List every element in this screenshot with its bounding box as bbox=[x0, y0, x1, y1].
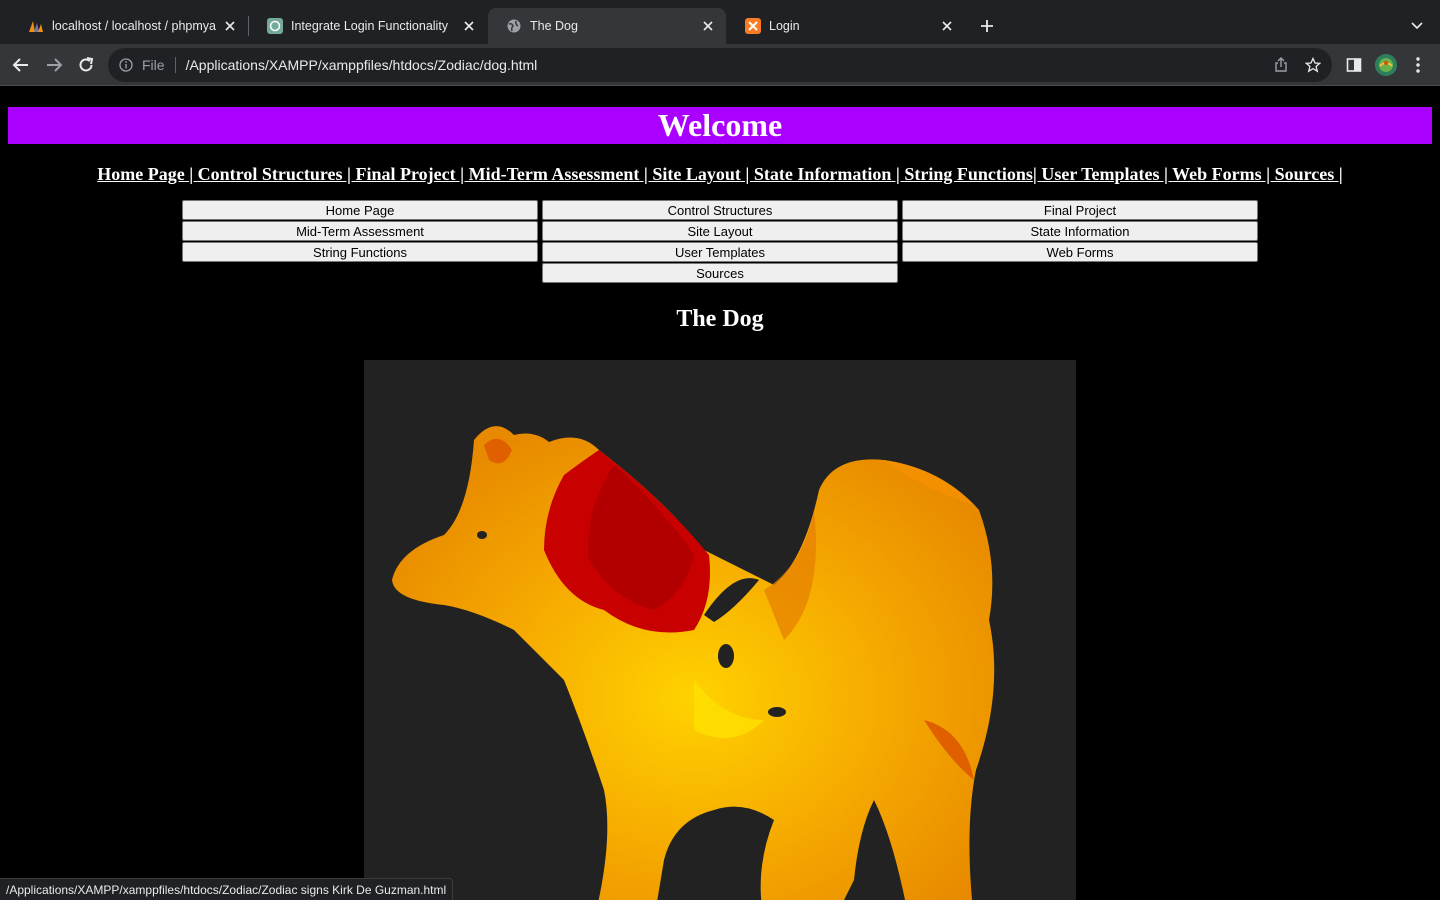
nav-button[interactable]: State Information bbox=[902, 221, 1258, 241]
phpmyadmin-icon bbox=[28, 18, 44, 34]
tab-title: Integrate Login Functionality bbox=[291, 19, 449, 33]
text-nav-link[interactable]: State Information bbox=[754, 164, 892, 184]
close-tab-icon[interactable] bbox=[222, 18, 238, 34]
status-bar-url: /Applications/XAMPP/xamppfiles/htdocs/Zo… bbox=[0, 878, 454, 900]
side-panel-icon[interactable] bbox=[1343, 54, 1365, 76]
forward-arrow-icon[interactable] bbox=[42, 53, 66, 77]
tab-strip: localhost / localhost / phpmyadmin Integ… bbox=[0, 0, 1440, 44]
text-nav-link[interactable]: User Templates bbox=[1041, 164, 1159, 184]
tab-title: Login bbox=[769, 19, 800, 33]
close-tab-icon[interactable] bbox=[461, 18, 477, 34]
profile-avatar[interactable] bbox=[1375, 54, 1397, 76]
tab-phpmyadmin[interactable]: localhost / localhost / phpmyadmin bbox=[10, 8, 248, 44]
kebab-menu-icon[interactable] bbox=[1407, 54, 1429, 76]
text-nav-link[interactable]: Site Layout bbox=[652, 164, 741, 184]
text-navigation: Home Page | Control Structures | Final P… bbox=[0, 164, 1440, 185]
tab-the-dog[interactable]: The Dog bbox=[488, 8, 726, 44]
text-nav-separator: | bbox=[1261, 164, 1275, 184]
bookmark-star-icon[interactable] bbox=[1304, 56, 1322, 74]
nav-button[interactable]: Web Forms bbox=[902, 242, 1258, 262]
nav-button[interactable]: String Functions bbox=[182, 242, 538, 262]
address-bar[interactable]: File /Applications/XAMPP/xamppfiles/htdo… bbox=[108, 48, 1332, 82]
close-tab-icon[interactable] bbox=[939, 18, 955, 34]
tab-login[interactable]: Login bbox=[727, 8, 965, 44]
text-nav-separator: | bbox=[639, 164, 653, 184]
nav-button[interactable]: Mid-Term Assessment bbox=[182, 221, 538, 241]
text-nav-separator: | bbox=[1159, 164, 1173, 184]
button-navigation: Home Page Control Structures Final Project… bbox=[182, 200, 1258, 283]
back-arrow-icon[interactable] bbox=[9, 53, 33, 77]
page-viewport: Welcome Home Page | Control Structures |… bbox=[0, 86, 1440, 900]
info-icon[interactable] bbox=[118, 57, 134, 73]
nav-button[interactable]: Final Project bbox=[902, 200, 1258, 220]
dog-zodiac-image bbox=[364, 360, 1076, 900]
text-nav-link[interactable]: Control Structures bbox=[198, 164, 343, 184]
text-nav-separator: | bbox=[891, 164, 905, 184]
url-divider bbox=[174, 57, 176, 73]
tab-title: localhost / localhost / phpmyadmin bbox=[52, 19, 216, 33]
text-nav-separator: | bbox=[455, 164, 469, 184]
globe-icon bbox=[506, 18, 522, 34]
text-nav-separator: | bbox=[1334, 164, 1343, 184]
text-nav-link[interactable]: Home Page bbox=[97, 164, 184, 184]
page-heading: The Dog bbox=[676, 306, 764, 332]
tab-title: The Dog bbox=[530, 19, 578, 33]
text-nav-link[interactable]: Sources bbox=[1275, 164, 1335, 184]
new-tab-icon[interactable] bbox=[976, 15, 998, 37]
nav-button[interactable]: Site Layout bbox=[542, 221, 898, 241]
text-nav-link[interactable]: Web Forms bbox=[1172, 164, 1262, 184]
url-scheme: File bbox=[142, 57, 165, 73]
text-nav-separator: | bbox=[184, 164, 198, 184]
xampp-icon bbox=[745, 18, 761, 34]
banner-title: Welcome bbox=[657, 107, 783, 143]
nav-button[interactable]: Home Page bbox=[182, 200, 538, 220]
text-nav-link[interactable]: Final Project bbox=[355, 164, 455, 184]
tab-search-chevron-icon[interactable] bbox=[1406, 15, 1428, 37]
nav-button[interactable]: Control Structures bbox=[542, 200, 898, 220]
browser-toolbar: File /Applications/XAMPP/xamppfiles/htdo… bbox=[0, 44, 1440, 86]
text-nav-separator: | bbox=[740, 164, 754, 184]
chatgpt-icon bbox=[267, 18, 283, 34]
text-nav-link[interactable]: String Functions bbox=[904, 164, 1033, 184]
close-tab-icon[interactable] bbox=[700, 18, 716, 34]
share-icon[interactable] bbox=[1272, 56, 1290, 74]
text-nav-link[interactable]: Mid-Term Assessment bbox=[469, 164, 640, 184]
tab-integrate-login[interactable]: Integrate Login Functionality bbox=[249, 8, 487, 44]
url-text[interactable]: /Applications/XAMPP/xamppfiles/htdocs/Zo… bbox=[186, 57, 538, 73]
nav-button[interactable]: User Templates bbox=[542, 242, 898, 262]
text-nav-separator: | bbox=[342, 164, 356, 184]
nav-button[interactable]: Sources bbox=[542, 263, 898, 283]
reload-icon[interactable] bbox=[74, 53, 98, 77]
welcome-banner: Welcome bbox=[8, 107, 1432, 144]
